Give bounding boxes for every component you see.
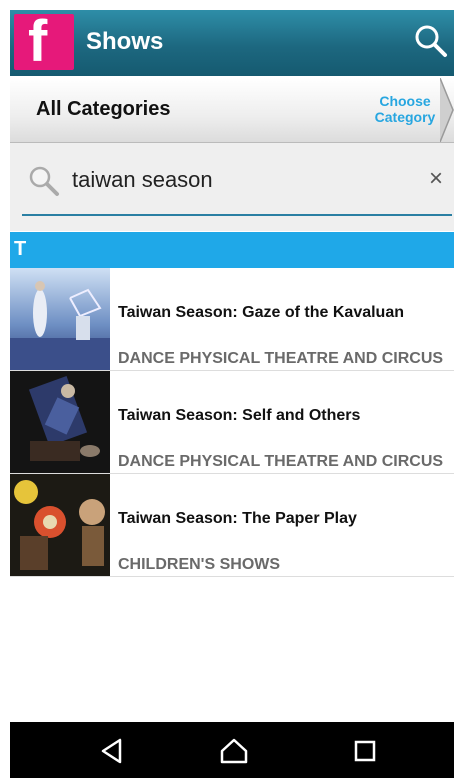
app-logo: f: [14, 9, 74, 74]
choose-label-line1: Choose: [379, 93, 431, 109]
list-item[interactable]: Taiwan Season: Gaze of the Kavaluan DANC…: [10, 268, 454, 371]
search-bar: taiwan season ×: [10, 143, 454, 231]
recents-icon[interactable]: [350, 736, 380, 766]
show-category: CHILDREN'S SHOWS: [118, 556, 281, 573]
show-title: Taiwan Season: Gaze of the Kavaluan: [118, 304, 404, 321]
search-icon: [415, 25, 447, 57]
choose-label-line2: Category: [374, 109, 436, 125]
show-title: Taiwan Season: The Paper Play: [118, 510, 357, 527]
show-list: Taiwan Season: Gaze of the Kavaluan DANC…: [10, 268, 454, 577]
show-thumbnail: [10, 474, 110, 576]
category-title: All Categories: [36, 98, 171, 120]
category-bar: All Categories Choose Category: [10, 78, 454, 143]
back-icon[interactable]: [98, 736, 128, 766]
list-item[interactable]: Taiwan Season: Self and Others DANCE PHY…: [10, 371, 454, 474]
logo-letter: f: [28, 9, 48, 74]
app-bar: f Shows: [10, 10, 454, 76]
show-title: Taiwan Season: Self and Others: [118, 407, 361, 424]
list-item[interactable]: Taiwan Season: The Paper Play CHILDREN'S…: [10, 474, 454, 577]
show-thumbnail: [10, 268, 110, 370]
home-icon[interactable]: [219, 736, 249, 766]
search-input[interactable]: taiwan season: [72, 167, 213, 193]
system-nav-bar: [10, 722, 454, 778]
search-underline: [22, 214, 452, 216]
show-category: DANCE PHYSICAL THEATRE AND CIRCUS: [118, 453, 444, 470]
clear-search-button[interactable]: ×: [422, 165, 450, 193]
show-category: DANCE PHYSICAL THEATRE AND CIRCUS: [118, 350, 444, 367]
choose-category-button[interactable]: Choose Category: [370, 93, 440, 125]
section-letter: T: [14, 238, 27, 260]
search-icon: [29, 166, 59, 196]
page-title: Shows: [86, 28, 164, 55]
show-thumbnail: [10, 371, 110, 473]
chevron-right-icon: [440, 78, 454, 142]
search-button[interactable]: [414, 24, 448, 58]
section-header: T: [10, 232, 454, 268]
